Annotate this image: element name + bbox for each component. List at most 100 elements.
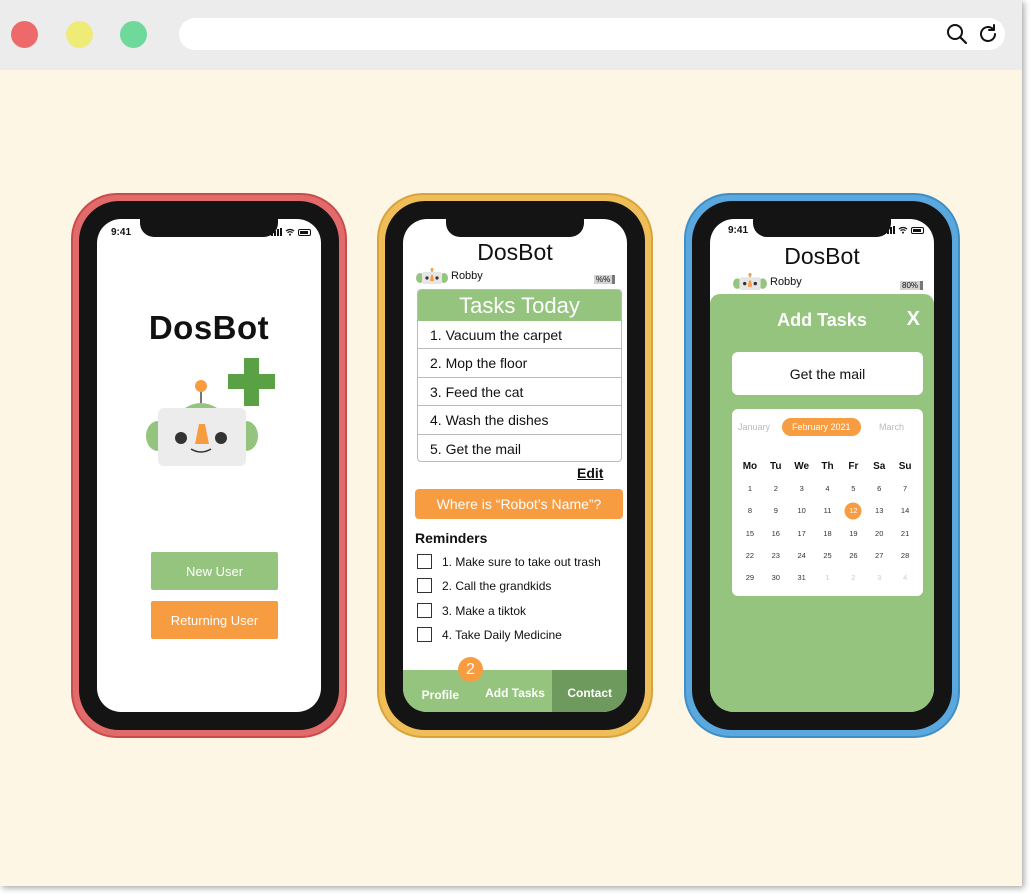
- address-bar[interactable]: [179, 18, 1005, 50]
- calendar-day[interactable]: 26: [840, 551, 866, 560]
- close-window-button[interactable]: [11, 21, 38, 48]
- reminder-label: 2. Call the grandkids: [442, 578, 552, 593]
- task-item[interactable]: 5. Get the mail: [418, 435, 621, 461]
- bottom-tab-bar: Profile Add Tasks Contact 2: [403, 657, 627, 712]
- calendar-day[interactable]: 3: [789, 484, 815, 493]
- calendar-day[interactable]: 23: [763, 551, 789, 560]
- calendar-day[interactable]: 30: [763, 573, 789, 582]
- calendar-day[interactable]: 8: [737, 506, 763, 515]
- tab-add-tasks[interactable]: Add Tasks: [477, 670, 553, 712]
- calendar-day[interactable]: 28: [892, 551, 918, 560]
- app-title: DosBot: [477, 239, 553, 265]
- calendar-day[interactable]: 15: [737, 529, 763, 538]
- calendar-day[interactable]: 11: [815, 506, 841, 515]
- battery-icon: [911, 226, 924, 234]
- reminder-checkbox[interactable]: [417, 627, 432, 642]
- calendar-day[interactable]: 2: [763, 484, 789, 493]
- close-button[interactable]: X: [907, 308, 920, 331]
- phone-tasks: DosBot Robby %% Tasks Today 1. Vacuum th…: [377, 193, 653, 738]
- calendar-week-row: 15 16 17 18 19 20 21: [737, 522, 918, 544]
- reminder-label: 1. Make sure to take out trash: [442, 554, 601, 569]
- weekday-header: Mo Tu We Th Fr Sa Su: [737, 455, 918, 477]
- weekday-label: Mo: [742, 460, 758, 472]
- calendar-day[interactable]: 4: [815, 484, 841, 493]
- profile-chip[interactable]: Robby: [415, 268, 483, 284]
- robot-logo-icon: [146, 358, 275, 466]
- calendar-day[interactable]: 7: [892, 484, 918, 493]
- reminder-checkbox[interactable]: [417, 554, 432, 569]
- reload-icon[interactable]: [976, 22, 1000, 46]
- edit-tasks-link[interactable]: Edit: [577, 465, 603, 481]
- reminder-item[interactable]: 4. Take Daily Medicine: [417, 627, 562, 642]
- calendar-day[interactable]: 1: [737, 484, 763, 493]
- reminder-item[interactable]: 3. Make a tiktok: [417, 603, 526, 618]
- reminders-title: Reminders: [415, 530, 488, 546]
- maximize-window-button[interactable]: [120, 21, 147, 48]
- calendar-day[interactable]: 1: [815, 573, 841, 582]
- task-input-field[interactable]: Get the mail: [732, 352, 923, 395]
- reminder-item[interactable]: 2. Call the grandkids: [417, 578, 551, 593]
- calendar-day[interactable]: 29: [737, 573, 763, 582]
- calendar-day[interactable]: 6: [866, 484, 892, 493]
- task-item[interactable]: 2. Mop the floor: [418, 349, 621, 378]
- calendar-day[interactable]: 24: [789, 551, 815, 560]
- weekday-label: Tu: [770, 460, 782, 472]
- status-time: 9:41: [111, 227, 132, 238]
- calendar-day[interactable]: 17: [789, 529, 815, 538]
- phone-frame: 9:41 DosBot New User Returning User: [79, 201, 339, 730]
- calendar-day[interactable]: 18: [815, 529, 841, 538]
- prev-month-button[interactable]: January: [738, 418, 770, 436]
- notification-badge: 2: [458, 657, 483, 682]
- phone-add-tasks: 9:41 DosBot Robby 80% Add Tasks X Get th…: [684, 193, 960, 738]
- calendar-week-row: 1234567: [737, 477, 918, 499]
- weekday-label: Sa: [873, 460, 886, 472]
- calendar-day[interactable]: 14: [892, 506, 918, 515]
- calendar-week-row: 8 9 10 11 12 13 14: [737, 500, 918, 522]
- task-item[interactable]: 3. Feed the cat: [418, 378, 621, 407]
- current-month-label: February 2021: [782, 418, 861, 436]
- tasks-today-card: Tasks Today 1. Vacuum the carpet 2. Mop …: [417, 289, 622, 462]
- calendar-day[interactable]: 12: [840, 506, 866, 515]
- calendar-week-row: 29 30 31 1 2 3 4: [737, 566, 918, 588]
- returning-user-button[interactable]: Returning User: [151, 601, 278, 639]
- calendar-day[interactable]: 10: [789, 506, 815, 515]
- calendar-day[interactable]: 3: [866, 573, 892, 582]
- profile-name: Robby: [451, 270, 483, 282]
- calendar-day[interactable]: 9: [763, 506, 789, 515]
- calendar-day[interactable]: 31: [789, 573, 815, 582]
- calendar-day[interactable]: 20: [866, 529, 892, 538]
- battery-level: %%: [594, 275, 616, 284]
- search-icon[interactable]: [945, 22, 969, 46]
- calendar-day[interactable]: 13: [866, 506, 892, 515]
- calendar-day[interactable]: 16: [763, 529, 789, 538]
- task-item[interactable]: 4. Wash the dishes: [418, 406, 621, 435]
- reminder-checkbox[interactable]: [417, 603, 432, 618]
- calendar-day[interactable]: 5: [840, 484, 866, 493]
- calendar-day[interactable]: 21: [892, 529, 918, 538]
- phone-notch: [753, 219, 891, 237]
- reminder-label: 3. Make a tiktok: [442, 603, 527, 618]
- reminder-checkbox[interactable]: [417, 578, 432, 593]
- calendar-picker: January February 2021 March Mo Tu We Th Fr Sa…: [732, 409, 923, 596]
- status-time: 9:41: [728, 225, 749, 236]
- task-item[interactable]: 1. Vacuum the carpet: [418, 321, 621, 350]
- robot-avatar-icon: [733, 273, 767, 290]
- calendar-day[interactable]: 27: [866, 551, 892, 560]
- calendar-grid: Mo Tu We Th Fr Sa Su 1 2 3 4 5 6 7 8 9 10 11 12 13 14 15 16 17 1…: [737, 455, 918, 589]
- calendar-day[interactable]: 19: [840, 529, 866, 538]
- calendar-day[interactable]: 4: [892, 573, 918, 582]
- calendar-day[interactable]: 2: [840, 573, 866, 582]
- status-icons: [271, 228, 311, 236]
- battery-icon: [298, 228, 311, 236]
- profile-chip[interactable]: Robby: [732, 273, 802, 290]
- new-user-button[interactable]: New User: [151, 552, 278, 590]
- next-month-button[interactable]: March: [879, 418, 904, 436]
- add-tasks-title: Add Tasks: [777, 310, 867, 330]
- minimize-window-button[interactable]: [66, 21, 93, 48]
- calendar-day[interactable]: 22: [737, 551, 763, 560]
- reminder-item[interactable]: 1. Make sure to take out trash: [417, 554, 601, 569]
- calendar-day[interactable]: 25: [815, 551, 841, 560]
- where-is-robot-button[interactable]: Where is “Robot’s Name”?: [415, 489, 623, 519]
- phone-screen: 9:41 DosBot New User Returning User: [97, 219, 321, 712]
- tab-contact[interactable]: Contact: [552, 670, 627, 712]
